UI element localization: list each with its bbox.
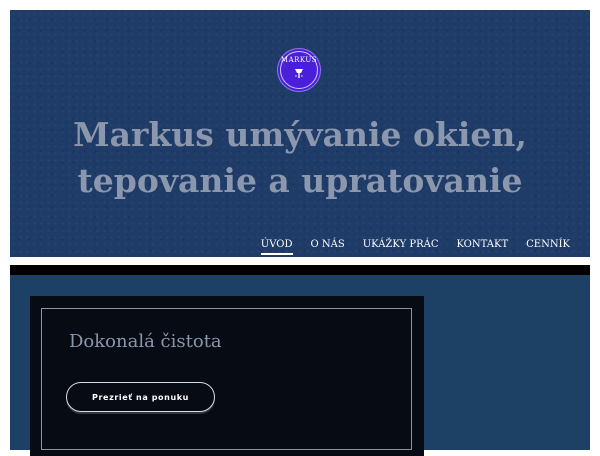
main-navigation: ÚVOD O NÁS UKÁŽKY PRÁC KONTAKT CENNÍK [252, 239, 579, 255]
nav-item-cennik[interactable]: CENNÍK [517, 239, 579, 254]
hero-header: MARKUS Markus umývanie okien, tepovanie … [10, 10, 590, 257]
intro-card-frame: Dokonalá čistota Prezrieť na ponuku [41, 308, 412, 450]
intro-card: Dokonalá čistota Prezrieť na ponuku [30, 296, 424, 456]
nav-item-ukazky-prac[interactable]: UKÁŽKY PRÁC [354, 239, 448, 254]
site-logo[interactable]: MARKUS [277, 48, 321, 92]
site-title: Markus umývanie okien, tepovanie a uprat… [10, 112, 590, 204]
nav-item-o-nas[interactable]: O NÁS [302, 239, 354, 254]
logo-name: MARKUS [280, 56, 318, 64]
site-title-line-2: tepovanie a upratovanie [77, 161, 523, 200]
section-divider [10, 265, 590, 275]
intro-section: Dokonalá čistota Prezrieť na ponuku [10, 275, 590, 456]
nav-item-kontakt[interactable]: KONTAKT [447, 239, 517, 254]
site-title-line-1: Markus umývanie okien, [73, 115, 527, 154]
window-cleaner-mark-icon [295, 69, 303, 78]
intro-heading: Dokonalá čistota [69, 331, 222, 352]
view-offer-button[interactable]: Prezrieť na ponuku [66, 382, 215, 412]
nav-item-uvod[interactable]: ÚVOD [252, 239, 302, 255]
